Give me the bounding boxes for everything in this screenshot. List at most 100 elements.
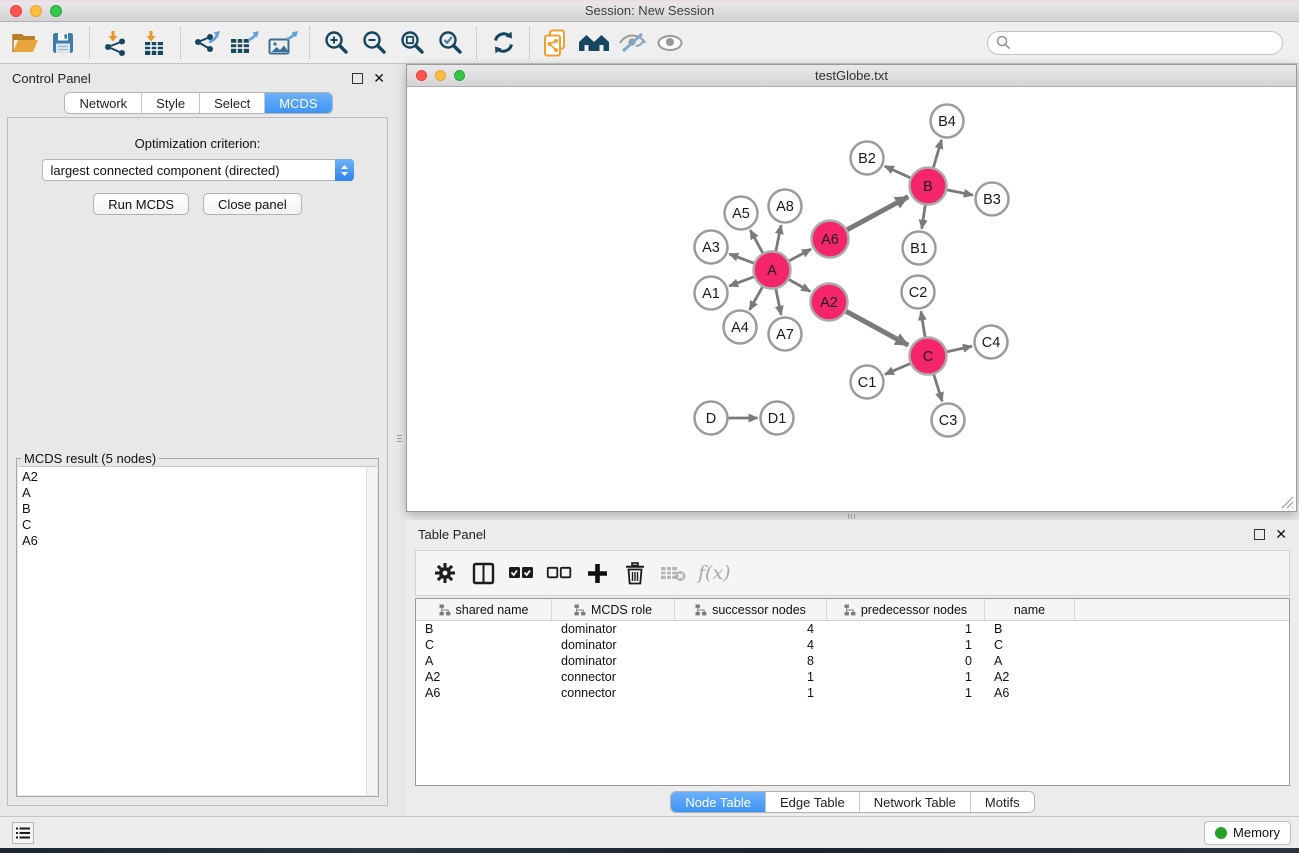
close-window-icon[interactable]	[10, 5, 22, 17]
table-row[interactable]: Adominator80A	[416, 653, 1289, 669]
table-cell[interactable]: 8	[675, 653, 827, 669]
memory-button[interactable]: Memory	[1204, 821, 1291, 845]
open-session-button[interactable]	[6, 26, 44, 60]
tab-select[interactable]: Select	[200, 93, 265, 113]
create-column-button[interactable]	[580, 556, 614, 590]
node-C1[interactable]: C1	[851, 366, 884, 399]
table-cell[interactable]: dominator	[552, 637, 675, 653]
node-B2[interactable]: B2	[851, 142, 884, 175]
column-header-successor-nodes[interactable]: successor nodes	[675, 599, 827, 620]
table-cell[interactable]: 1	[827, 669, 985, 685]
tab-edge-table[interactable]: Edge Table	[766, 792, 860, 812]
apply-layout-button[interactable]	[484, 26, 522, 60]
export-table-button[interactable]	[226, 26, 264, 60]
node-A6[interactable]: A6	[812, 221, 849, 258]
export-network-button[interactable]	[188, 26, 226, 60]
table-cell[interactable]: connector	[552, 669, 675, 685]
tab-mcds[interactable]: MCDS	[265, 93, 331, 113]
table-cell[interactable]: B	[416, 621, 552, 637]
zoom-window-icon[interactable]	[50, 5, 62, 17]
tab-network-table[interactable]: Network Table	[860, 792, 971, 812]
table-cell[interactable]: dominator	[552, 621, 675, 637]
node-D1[interactable]: D1	[761, 402, 794, 435]
zoom-selected-button[interactable]	[431, 26, 469, 60]
run-mcds-button[interactable]: Run MCDS	[93, 193, 189, 215]
table-cell[interactable]: C	[416, 637, 552, 653]
node-B1[interactable]: B1	[903, 232, 936, 265]
table-cell[interactable]: 1	[827, 621, 985, 637]
column-header-shared-name[interactable]: shared name	[416, 599, 552, 620]
node-A7[interactable]: A7	[769, 318, 802, 351]
show-eye-button[interactable]	[651, 26, 689, 60]
zoom-network-icon[interactable]	[454, 70, 465, 81]
table-cell[interactable]: 4	[675, 637, 827, 653]
minimize-network-icon[interactable]	[435, 70, 446, 81]
table-cell[interactable]: connector	[552, 685, 675, 701]
deselect-all-columns-button[interactable]	[542, 556, 576, 590]
zoom-fit-button[interactable]	[393, 26, 431, 60]
node-B3[interactable]: B3	[976, 183, 1009, 216]
close-network-icon[interactable]	[416, 70, 427, 81]
close-panel-button[interactable]: Close panel	[203, 193, 302, 215]
table-cell[interactable]: 1	[827, 637, 985, 653]
table-cell[interactable]: A	[416, 653, 552, 669]
delete-column-button[interactable]	[618, 556, 652, 590]
search-input[interactable]	[1011, 35, 1282, 50]
result-list-scrollbar[interactable]	[366, 467, 377, 795]
node-B4[interactable]: B4	[931, 105, 964, 138]
float-table-panel-icon[interactable]	[1254, 529, 1265, 540]
import-network-button[interactable]	[97, 26, 135, 60]
hide-eye-button[interactable]	[613, 26, 651, 60]
node-A1[interactable]: A1	[695, 277, 728, 310]
close-panel-icon[interactable]: ✕	[373, 73, 385, 84]
table-row[interactable]: Bdominator41B	[416, 621, 1289, 637]
network-document-button[interactable]	[537, 26, 575, 60]
table-row[interactable]: Cdominator41C	[416, 637, 1289, 653]
splitter-handle-vertical[interactable]	[396, 430, 403, 446]
float-panel-icon[interactable]	[352, 73, 363, 84]
result-item[interactable]: A	[22, 485, 362, 501]
zoom-in-button[interactable]	[317, 26, 355, 60]
save-session-button[interactable]	[44, 26, 82, 60]
column-layout-button[interactable]	[466, 556, 500, 590]
node-A2[interactable]: A2	[811, 284, 848, 321]
column-header-MCDS-role[interactable]: MCDS role	[552, 599, 675, 620]
node-C2[interactable]: C2	[902, 276, 935, 309]
node-B[interactable]: B	[910, 168, 947, 205]
table-settings-button[interactable]	[428, 556, 462, 590]
resize-grip-icon[interactable]	[1281, 496, 1294, 509]
result-item[interactable]: B	[22, 501, 362, 517]
optimization-criterion-select[interactable]: largest connected component (directed)	[42, 159, 354, 181]
node-A8[interactable]: A8	[769, 190, 802, 223]
tab-motifs[interactable]: Motifs	[971, 792, 1034, 812]
home-houses-button[interactable]	[575, 26, 613, 60]
select-all-columns-button[interactable]	[504, 556, 538, 590]
node-D[interactable]: D	[695, 402, 728, 435]
table-cell[interactable]: A2	[416, 669, 552, 685]
export-image-button[interactable]	[264, 26, 302, 60]
node-A5[interactable]: A5	[725, 197, 758, 230]
table-cell[interactable]: A2	[985, 669, 1075, 685]
table-cell[interactable]: 1	[675, 685, 827, 701]
network-canvas[interactable]: B4B2BB3A8A5A6B1A3AA1C2A2A4A7C4CC1C3DD1	[407, 87, 1296, 511]
close-table-panel-icon[interactable]: ✕	[1275, 529, 1287, 540]
minimize-window-icon[interactable]	[30, 5, 42, 17]
tab-node-table[interactable]: Node Table	[671, 792, 766, 812]
result-item[interactable]: C	[22, 517, 362, 533]
table-cell[interactable]: 4	[675, 621, 827, 637]
node-A3[interactable]: A3	[695, 231, 728, 264]
tab-style[interactable]: Style	[142, 93, 200, 113]
import-table-button[interactable]	[135, 26, 173, 60]
table-cell[interactable]: A6	[416, 685, 552, 701]
table-cell[interactable]: 0	[827, 653, 985, 669]
task-history-button[interactable]	[12, 822, 34, 844]
node-C4[interactable]: C4	[975, 326, 1008, 359]
node-C[interactable]: C	[910, 338, 947, 375]
table-cell[interactable]: A6	[985, 685, 1075, 701]
result-item[interactable]: A2	[22, 469, 362, 485]
column-header-name[interactable]: name	[985, 599, 1075, 620]
search-field[interactable]	[987, 31, 1283, 55]
table-cell[interactable]: A	[985, 653, 1075, 669]
table-cell[interactable]: 1	[675, 669, 827, 685]
column-header-predecessor-nodes[interactable]: predecessor nodes	[827, 599, 985, 620]
